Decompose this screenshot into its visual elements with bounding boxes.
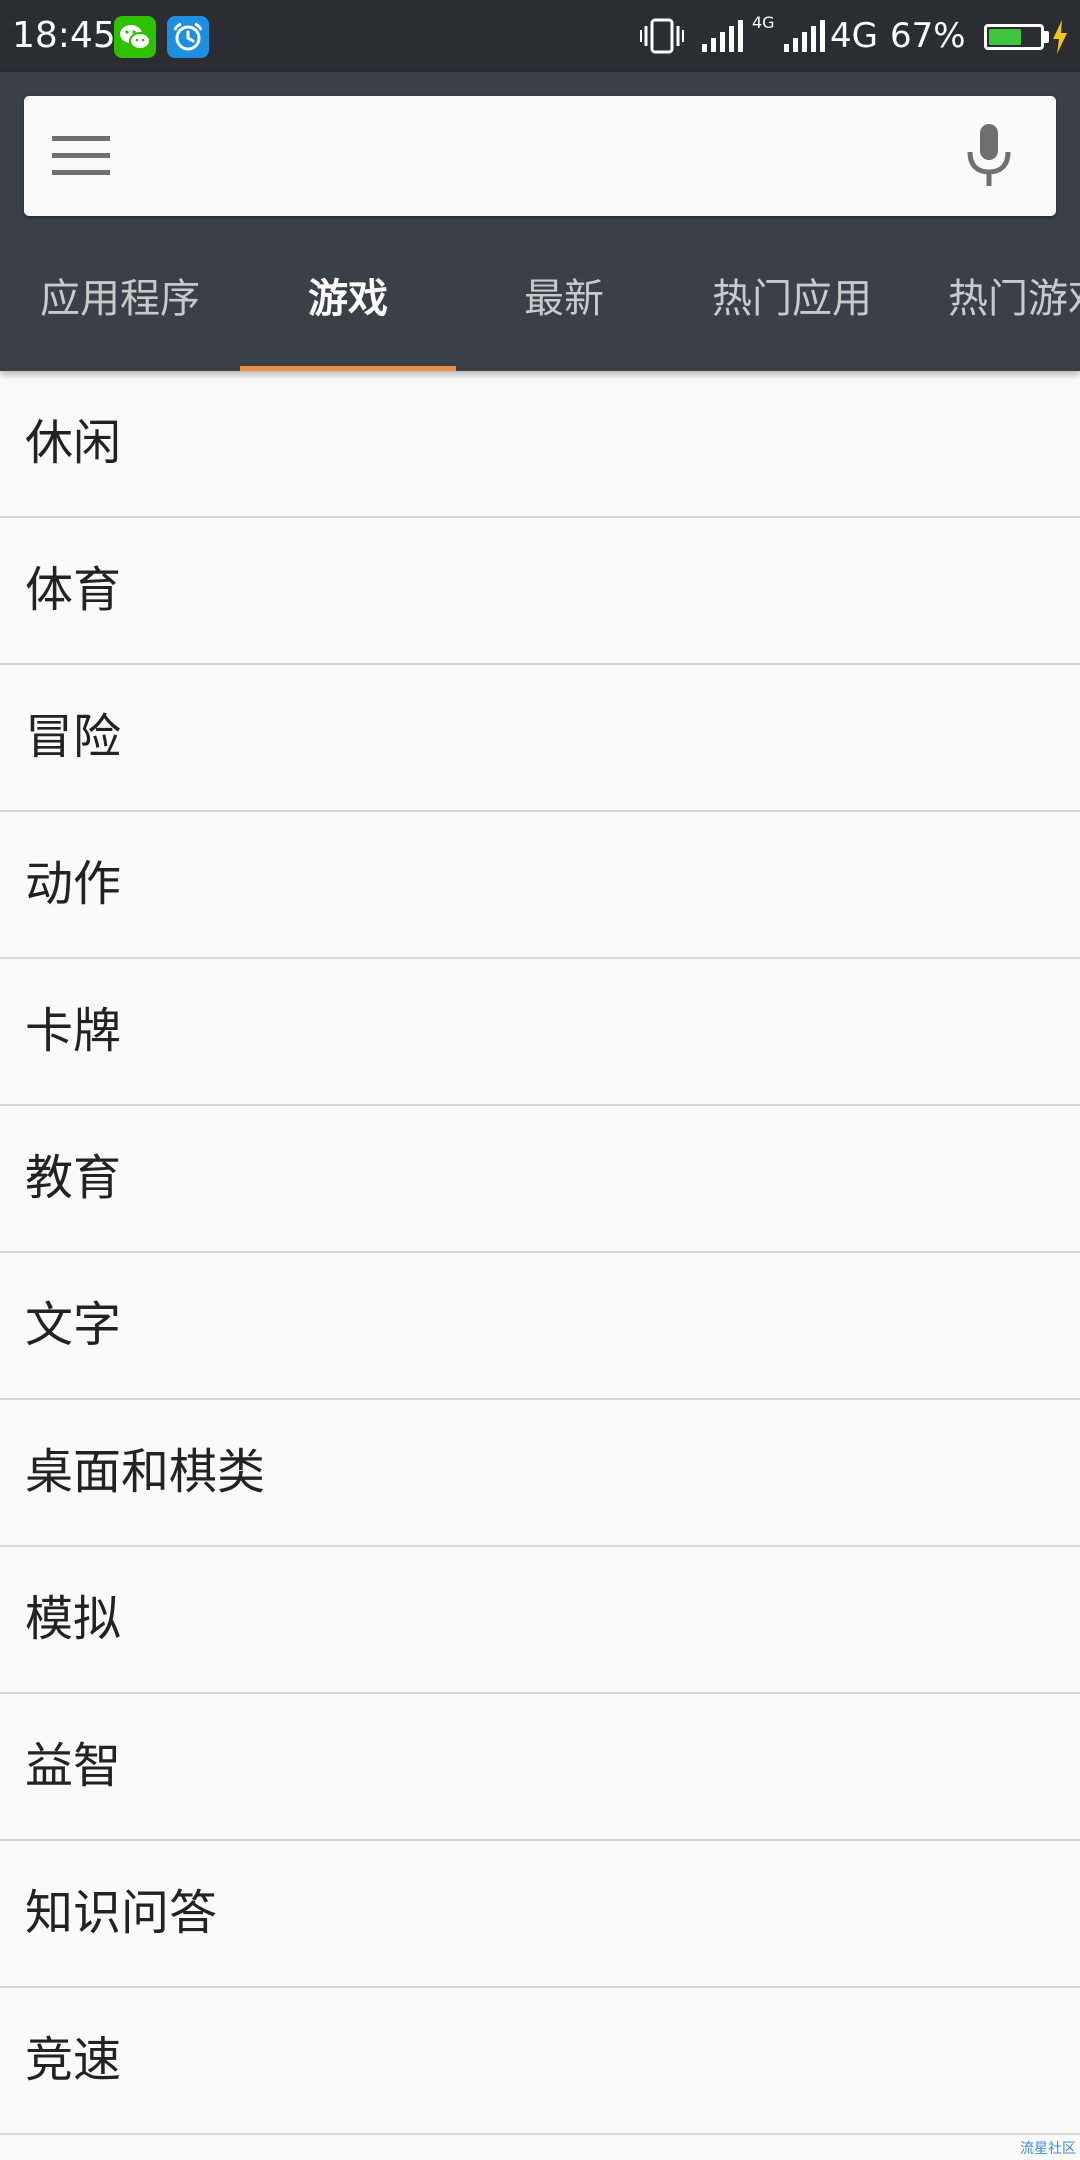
wechat-icon [114,16,156,58]
vibrate-icon [640,18,684,54]
search-bar[interactable] [24,96,1056,216]
list-item[interactable]: 桌面和棋类 [0,1400,1080,1547]
category-tabs: 应用程序 游戏 最新 热门应用 热门游戏 [0,244,1080,371]
network-type: 4G [830,16,878,56]
list-item[interactable]: 模拟 [0,1547,1080,1694]
battery-percent: 67% [890,16,966,56]
tab-games[interactable]: 游戏 [240,244,456,371]
active-tab-indicator [240,366,456,371]
microphone-icon[interactable] [964,124,1014,188]
app-header: 应用程序 游戏 最新 热门应用 热门游戏 [0,72,1080,371]
charging-bolt-icon [1053,20,1067,54]
category-label: 休闲 [25,415,122,471]
category-label: 卡牌 [25,1003,122,1059]
tab-top-games[interactable]: 热门游戏 [912,244,1080,371]
search-input[interactable] [144,120,948,194]
category-label: 冒险 [25,709,122,765]
battery-icon [984,24,1044,50]
list-item[interactable]: 休闲 [0,371,1080,518]
category-label: 文字 [25,1297,122,1353]
signal-icon [702,20,743,52]
battery-level-fill [989,29,1022,45]
list-item[interactable]: 冒险 [0,665,1080,812]
signal-icon-secondary [784,20,825,52]
tab-newest[interactable]: 最新 [456,244,672,371]
status-time: 18:45 [12,15,116,56]
list-item[interactable]: 卡牌 [0,959,1080,1106]
list-item[interactable]: 体育 [0,518,1080,665]
tab-apps[interactable]: 应用程序 [0,244,240,371]
list-item[interactable]: 知识问答 [0,1841,1080,1988]
status-indicators: 4G 4G 67% [640,0,1080,72]
list-item[interactable]: 教育 [0,1106,1080,1253]
status-bar: 18:45 4G 4G 67% [0,0,1080,72]
category-label: 教育 [25,1150,122,1206]
list-item[interactable]: 竞速 [0,1988,1080,2135]
battery-terminal [1044,31,1049,43]
tab-top-apps[interactable]: 热门应用 [672,244,912,371]
category-label: 模拟 [25,1591,122,1647]
category-label: 桌面和棋类 [25,1444,266,1500]
network-type-small: 4G [752,13,775,32]
hamburger-menu-icon[interactable] [52,134,110,178]
list-item[interactable]: 益智 [0,1694,1080,1841]
alarm-icon [167,16,209,58]
watermark: 流星社区 [1020,2141,1076,2157]
category-label: 知识问答 [25,1885,218,1941]
list-item[interactable]: 动作 [0,812,1080,959]
category-label: 动作 [25,856,122,912]
game-category-list: 休闲 体育 冒险 动作 卡牌 教育 文字 桌面和棋类 模拟 益智 知识问答 竞速 [0,371,1080,2135]
category-label: 体育 [25,562,122,618]
list-item[interactable]: 文字 [0,1253,1080,1400]
category-label: 益智 [25,1738,122,1794]
category-label: 竞速 [25,2032,122,2088]
